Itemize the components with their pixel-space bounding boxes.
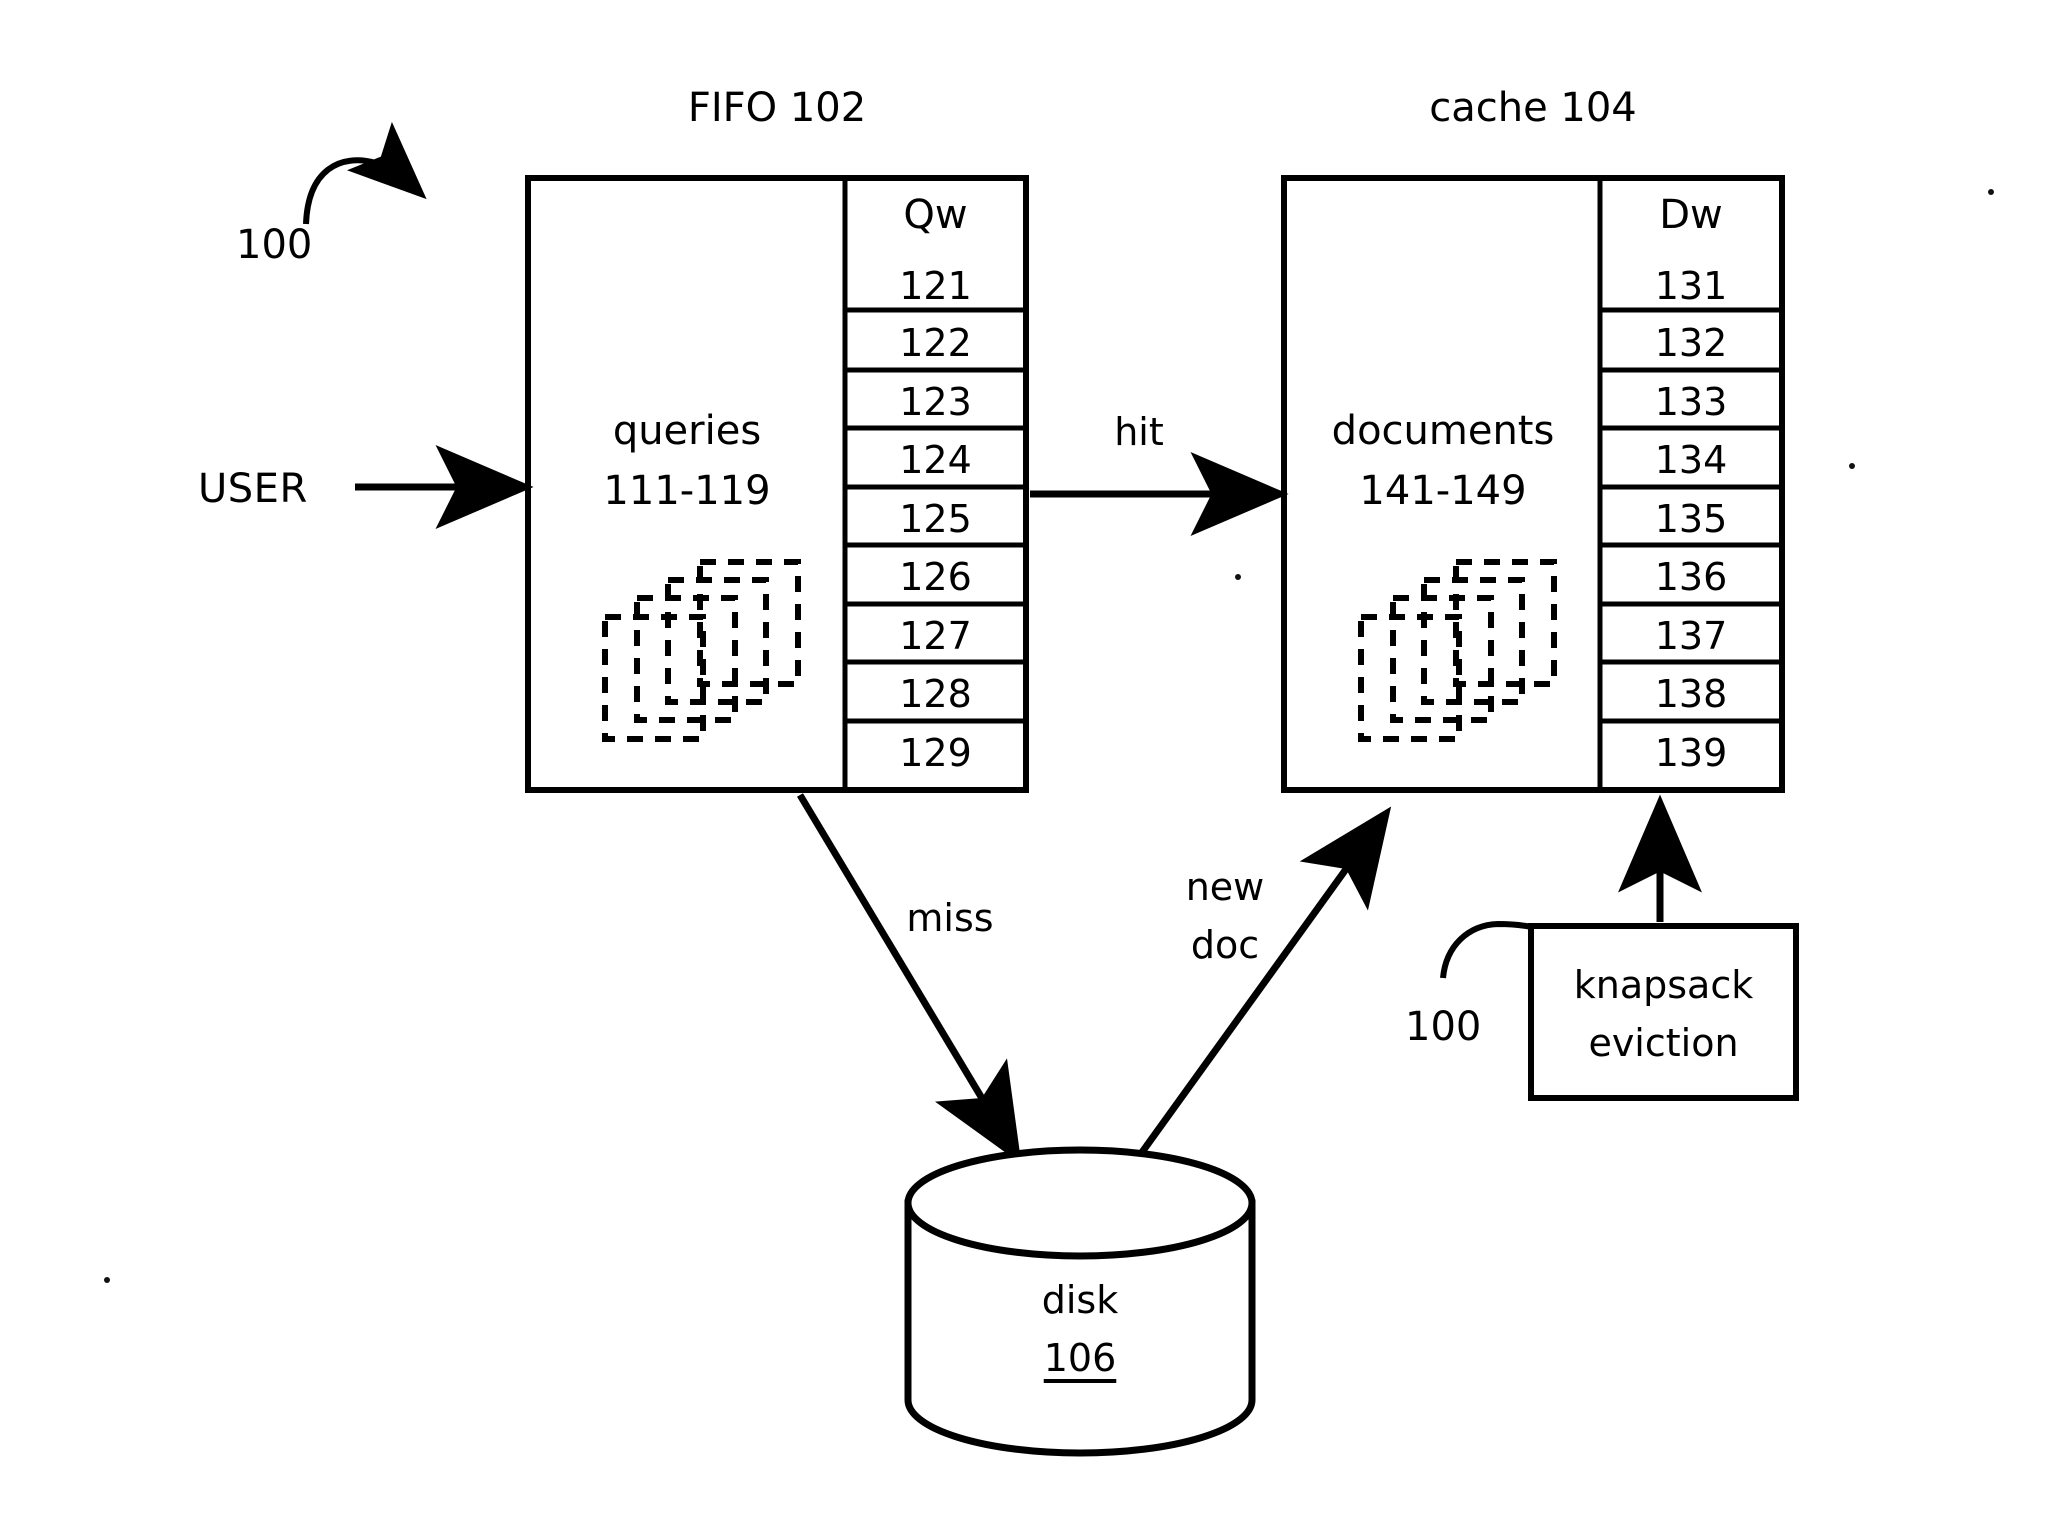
cache-cell-4[interactable]: 135 xyxy=(1600,497,1782,542)
new-doc-label-line2: doc xyxy=(1190,923,1260,967)
fifo-cell-0[interactable]: 121 xyxy=(845,264,1026,309)
fifo-cell-1[interactable]: 122 xyxy=(845,321,1026,366)
cache-body-line1: documents xyxy=(1331,408,1555,454)
fifo-body-line1: queries xyxy=(612,408,762,454)
cache-title: cache 104 xyxy=(1429,85,1637,131)
fifo-cell-3[interactable]: 124 xyxy=(845,438,1026,483)
disk-numeral: 106 xyxy=(1043,1336,1117,1380)
fifo-cell-5[interactable]: 126 xyxy=(845,555,1026,600)
cache-cell-2[interactable]: 133 xyxy=(1600,380,1782,425)
fifo-cell-8[interactable]: 129 xyxy=(845,731,1026,776)
cache-body-line2: 141-149 xyxy=(1359,468,1527,514)
cache-cell-5[interactable]: 136 xyxy=(1600,555,1782,600)
eviction-label-line2: eviction xyxy=(1588,1021,1739,1065)
reference-numeral-100-bottom: 100 xyxy=(1405,1004,1482,1050)
user-label: USER xyxy=(198,466,308,512)
cache-cell-0[interactable]: 131 xyxy=(1600,264,1782,309)
disk-label: disk xyxy=(1041,1278,1119,1322)
hit-label: hit xyxy=(1114,410,1164,454)
cache-cell-7[interactable]: 138 xyxy=(1600,672,1782,717)
new-doc-label-line1: new xyxy=(1185,865,1265,909)
fifo-body-line2: 111-119 xyxy=(603,468,771,514)
reference-100-top-leader xyxy=(303,121,427,225)
miss-label: miss xyxy=(906,896,994,940)
fifo-cell-7[interactable]: 128 xyxy=(845,672,1026,717)
eviction-label-line1: knapsack xyxy=(1573,963,1754,1007)
miss-arrow xyxy=(796,793,1022,1165)
reference-100-bottom-leader xyxy=(1440,920,1532,979)
cache-column-header-dw: Dw xyxy=(1659,192,1723,238)
fifo-cell-6[interactable]: 127 xyxy=(845,614,1026,659)
fifo-column-header-qw: Qw xyxy=(903,192,968,238)
reference-numeral-100-top: 100 xyxy=(236,222,313,268)
cache-cell-6[interactable]: 137 xyxy=(1600,614,1782,659)
cache-cell-3[interactable]: 134 xyxy=(1600,438,1782,483)
figure-canvas: FIFO 102 cache 104 100 USER queries 111-… xyxy=(0,0,2072,1525)
knapsack-eviction-box[interactable] xyxy=(1528,923,1799,1101)
cache-cell-1[interactable]: 132 xyxy=(1600,321,1782,366)
cache-cell-8[interactable]: 139 xyxy=(1600,731,1782,776)
fifo-title: FIFO 102 xyxy=(687,85,867,131)
fifo-cell-2[interactable]: 123 xyxy=(845,380,1026,425)
fifo-cell-4[interactable]: 125 xyxy=(845,497,1026,542)
